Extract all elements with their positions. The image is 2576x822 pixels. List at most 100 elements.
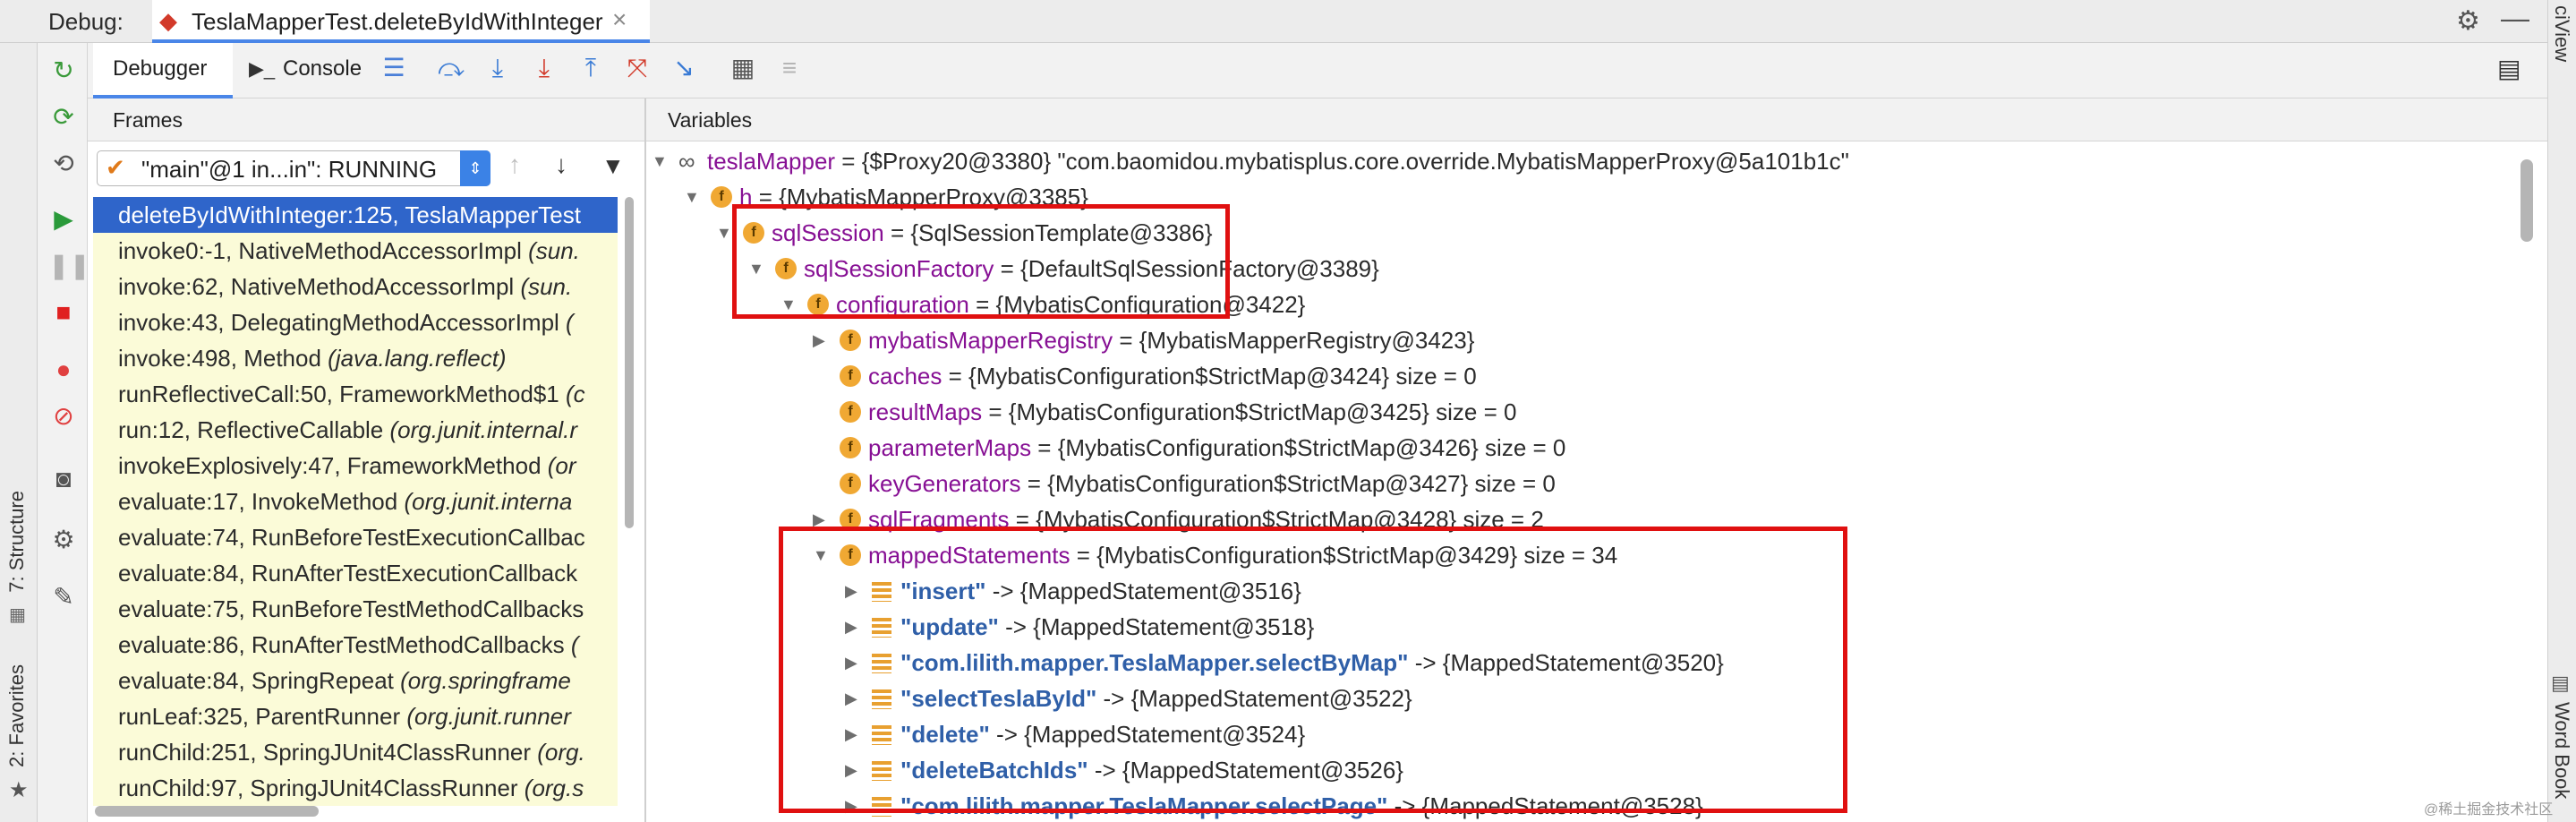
highlight-box-session [732,204,1230,319]
tab-console[interactable]: Console [283,56,362,81]
frame-row[interactable]: run:12, ReflectiveCallable (org.junit.in… [93,412,618,448]
frame-row[interactable]: invoke:62, NativeMethodAccessorImpl (sun… [93,269,618,304]
settings-icon[interactable]: ⚙ [48,525,79,555]
trace-stream-icon[interactable]: ≡ [773,52,806,84]
minimize-icon[interactable]: — [2501,2,2529,35]
tab-debugger-label: Debugger [113,56,208,81]
variables-tree: ▼ ∞ teslaMapper = {$Proxy20@3380} "com.bao… [646,143,2517,822]
frame-row[interactable]: runReflectiveCall:50, FrameworkMethod$1 … [93,376,618,412]
menu-icon[interactable]: ☰ [378,52,410,84]
mute-breakpoints-icon[interactable]: ⊘ [48,401,79,432]
resume-program-icon[interactable]: ▶ [48,204,79,235]
frame-class: ( [566,309,574,336]
field-icon: f [840,437,861,458]
frames-list: deleteByIdWithInteger:125, TeslaMapperTe… [93,197,618,806]
variable-row[interactable]: caches = {MybatisConfiguration$StrictMap… [868,358,1477,394]
variable-size: size = 0 [1468,470,1556,497]
expand-arrow-icon[interactable]: ▼ [652,143,668,179]
variable-row[interactable]: keyGenerators = {MybatisConfiguration$St… [868,466,1556,501]
frame-method: runChild:251, SpringJUnit4ClassRunner [118,739,538,766]
frame-row[interactable]: evaluate:75, RunBeforeTestMethodCallback… [93,591,618,627]
collapsed-arrow-icon[interactable]: ▶ [813,322,825,358]
frame-row[interactable]: evaluate:74, RunBeforeTestExecutionCallb… [93,519,618,555]
variable-value: = {MybatisConfiguration$StrictMap@3425} [982,398,1429,425]
frame-method: evaluate:84, RunAfterTestExecutionCallba… [118,560,578,587]
variable-size: size = 0 [1478,434,1566,461]
frame-class: (or [547,452,576,479]
frames-horizontal-scrollbar[interactable] [95,806,319,817]
favorites-tool-label[interactable]: 2: Favorites [5,664,29,767]
arrow-down-icon[interactable]: ↓ [555,150,567,179]
frame-method: evaluate:75, RunBeforeTestMethodCallback… [118,595,584,622]
stop-icon[interactable]: ■ [48,297,79,328]
right-tool-strip [2547,0,2576,822]
frame-row[interactable]: evaluate:84, RunAfterTestExecutionCallba… [93,555,618,591]
evaluate-expression-icon[interactable]: ▦ [727,52,759,84]
field-icon: f [840,365,861,387]
word-book-tool-label[interactable]: Word Book [2550,702,2573,799]
rerun-icon[interactable]: ↻ [48,56,79,86]
frame-row[interactable]: invoke:43, DelegatingMethodAccessorImpl … [93,304,618,340]
structure-tool-label[interactable]: 7: Structure [5,491,29,593]
force-step-into-icon[interactable]: ⤓ [528,52,560,84]
frame-row[interactable]: deleteByIdWithInteger:125, TeslaMapperTe… [93,197,618,233]
filter-icon[interactable]: ▼ [601,152,625,180]
drop-frame-icon[interactable]: ⤧ [621,52,653,84]
run-to-cursor-icon[interactable]: ↘ [668,52,700,84]
watch-icon: ∞ [678,148,695,175]
right-tool-window-label[interactable]: ciView [2550,5,2573,62]
frame-method: run:12, ReflectiveCallable [118,416,390,443]
variables-scrollbar[interactable] [2521,159,2533,242]
frame-class: (org.springframe [400,667,571,694]
frame-class: (org.junit.runner [406,703,571,730]
frame-method: invokeExplosively:47, FrameworkMethod [118,452,548,479]
camera-icon[interactable]: ◙ [48,464,79,494]
frame-row[interactable]: invoke:498, Method (java.lang.reflect) [93,340,618,376]
frame-row[interactable]: evaluate:17, InvokeMethod (org.junit.int… [93,484,618,519]
frame-method: evaluate:84, SpringRepeat [118,667,401,694]
pin-icon[interactable]: ✎ [48,582,79,612]
frame-row[interactable]: invokeExplosively:47, FrameworkMethod (o… [93,448,618,484]
watermark: @稀土掘金技术社区 [2424,802,2554,818]
frame-method: invoke0:-1, NativeMethodAccessorImpl [118,237,529,264]
pause-program-icon[interactable]: ❚❚ [48,251,90,281]
toggle-auto-test-icon[interactable]: ⟲ [48,149,79,179]
frame-row[interactable]: runChild:251, SpringJUnit4ClassRunner (o… [93,734,618,770]
variable-name: mybatisMapperRegistry [868,327,1113,354]
frame-method: invoke:498, Method [118,345,328,372]
frame-row[interactable]: evaluate:84, SpringRepeat (org.springfra… [93,663,618,698]
step-into-icon[interactable]: ⤓ [482,52,514,84]
frame-method: runLeaf:325, ParentRunner [118,703,407,730]
rerun-failed-icon[interactable]: ⟳ [48,102,79,133]
variables-title: Variables [668,108,753,132]
field-icon: f [711,186,732,208]
frame-class: (java.lang.reflect) [328,345,507,372]
variable-size: size = 0 [1429,398,1517,425]
step-over-icon[interactable]: ⤼ [435,52,467,84]
expand-arrow-icon[interactable]: ▼ [716,215,732,251]
gear-icon[interactable]: ⚙ [2456,5,2480,37]
close-icon[interactable]: × [612,5,627,34]
frame-method: runChild:97, SpringJUnit4ClassRunner [118,775,525,801]
frames-vertical-scrollbar[interactable] [625,197,634,528]
arrow-up-icon[interactable]: ↑ [508,150,521,179]
variable-row[interactable]: resultMaps = {MybatisConfiguration$Stric… [868,394,1516,430]
frame-row[interactable]: evaluate:86, RunAfterTestMethodCallbacks… [93,627,618,663]
frame-row[interactable]: invoke0:-1, NativeMethodAccessorImpl (su… [93,233,618,269]
variable-row[interactable]: teslaMapper = {$Proxy20@3380} "com.baomi… [707,143,1849,179]
junit-run-icon: ◆ [159,7,177,34]
chevron-down-icon[interactable]: ⇕ [460,150,490,186]
check-icon: ✔ [106,154,125,181]
view-breakpoints-icon[interactable]: ● [48,355,79,385]
layout-icon[interactable]: ▤ [2497,54,2521,83]
expand-arrow-icon[interactable]: ▼ [684,179,700,215]
frame-class: (org.junit.internal.r [389,416,578,443]
variable-row[interactable]: mybatisMapperRegistry = {MybatisMapperRe… [868,322,1474,358]
variable-row[interactable]: parameterMaps = {MybatisConfiguration$St… [868,430,1565,466]
variable-value: = {MybatisConfiguration$StrictMap@3427} [1020,470,1469,497]
thread-selector-value: "main"@1 in...in": RUNNING [141,156,438,183]
variable-name: keyGenerators [868,470,1021,497]
frame-row[interactable]: runLeaf:325, ParentRunner (org.junit.run… [93,698,618,734]
frame-row[interactable]: runChild:97, SpringJUnit4ClassRunner (or… [93,770,618,806]
step-out-icon[interactable]: ⤒ [575,52,607,84]
